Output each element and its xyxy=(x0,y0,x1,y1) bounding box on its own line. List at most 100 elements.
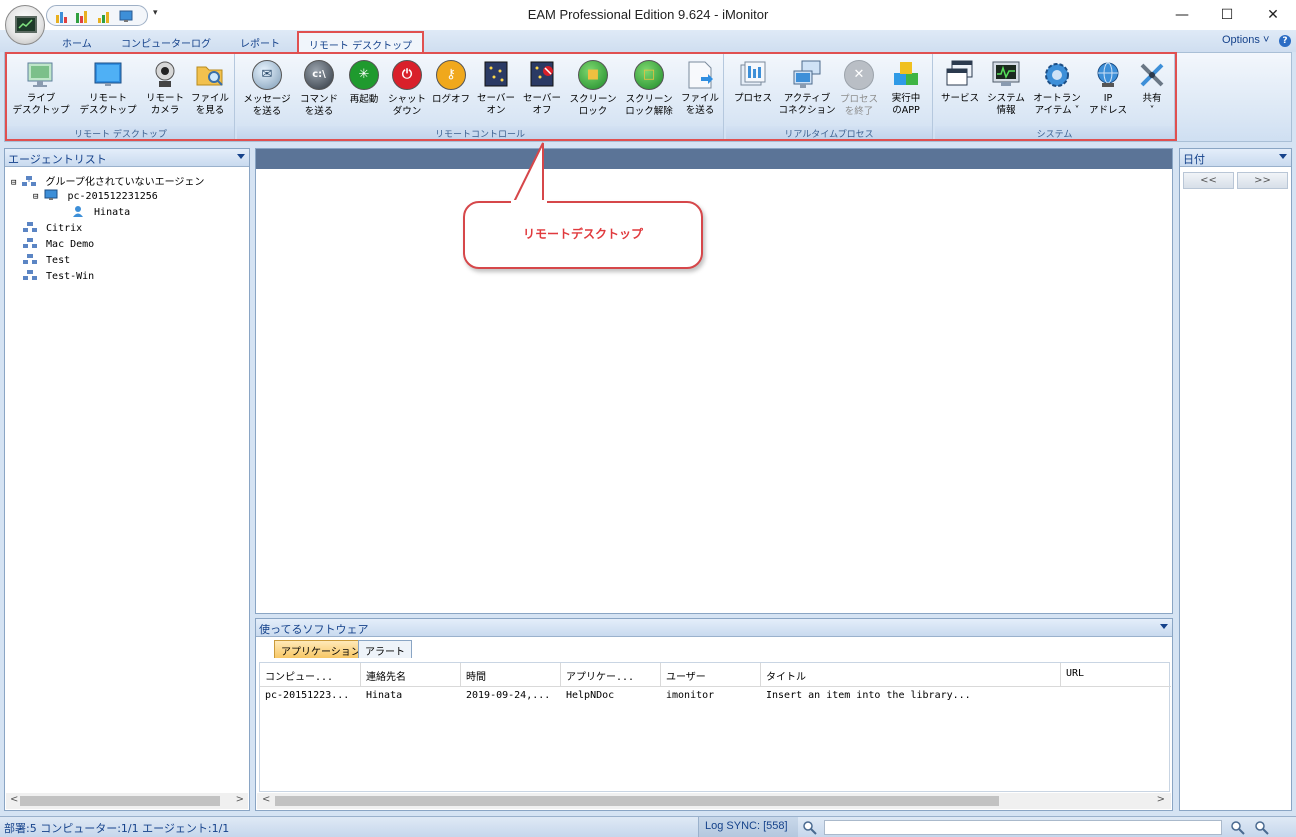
end-process-button[interactable]: ✕ プロセス を終了 xyxy=(836,59,882,118)
shutdown-button[interactable]: ⏻ シャット ダウン xyxy=(385,59,429,118)
end-process-label-1: プロセス xyxy=(839,94,878,105)
view-files-label-1: ファイル xyxy=(190,93,229,104)
share-button[interactable]: 共有 ˅ xyxy=(1131,59,1173,117)
status-bar: 部署:5 コンピューター:1/1 エージェント:1/1 Log SYNC: [5… xyxy=(0,816,1296,837)
screen-unlock-icon: □ xyxy=(633,60,665,92)
date-pane: 日付 << >> xyxy=(1179,148,1292,811)
restart-button[interactable]: ✳ 再起動 xyxy=(343,59,385,106)
tree-item-test-win[interactable]: Test-Win xyxy=(23,269,94,282)
date-next-button[interactable]: >> xyxy=(1237,172,1288,189)
group-remote-desktop: ライブ デスクトップ リモート デスクトップ リモート カメラ ファイル を見る… xyxy=(7,54,235,140)
live-desktop-label-1: ライブ xyxy=(26,93,56,104)
software-pane: 使ってるソフトウェア アプリケーション アラート コンピュー... 連絡先名 時… xyxy=(255,618,1173,811)
remote-camera-button[interactable]: リモート カメラ xyxy=(141,59,189,117)
remote-view-pane[interactable] xyxy=(255,148,1173,614)
screen-lock-icon: ■ xyxy=(577,60,609,92)
tab-alerts[interactable]: アラート xyxy=(358,640,412,658)
zoom-in-icon[interactable] xyxy=(1254,820,1270,836)
app-menu-button[interactable] xyxy=(5,5,45,45)
power-icon: ⏻ xyxy=(391,60,423,92)
saver-on-button[interactable]: セーバー オン xyxy=(473,59,519,117)
app-cubes-icon xyxy=(894,62,918,85)
column-header-user[interactable]: ユーザー xyxy=(661,663,761,687)
send-command-label-1: コマンド xyxy=(299,94,338,105)
tree-item-citrix[interactable]: Citrix xyxy=(23,221,82,234)
live-desktop-button[interactable]: ライブ デスクトップ xyxy=(9,59,73,117)
group-label-realtime-process: リアルタイムプロセス xyxy=(726,126,932,140)
screen-lock-button[interactable]: ■ スクリーン ロック xyxy=(565,59,621,118)
collapse-icon[interactable]: ⊟ xyxy=(33,192,38,202)
send-command-button[interactable]: c:\ コマンド を送る xyxy=(295,59,343,118)
view-files-button[interactable]: ファイル を見る xyxy=(187,59,233,117)
minimize-button[interactable]: — xyxy=(1159,0,1205,30)
autorun-label-2: アイテム ˅ xyxy=(1034,105,1080,116)
tab-report[interactable]: レポート xyxy=(240,35,280,50)
send-message-button[interactable]: ✉ メッセージ を送る xyxy=(239,59,295,118)
system-info-button[interactable]: システム 情報 xyxy=(983,59,1029,117)
chevron-down-icon[interactable] xyxy=(1160,624,1168,629)
tree-item-user[interactable]: Hinata xyxy=(71,205,130,218)
column-header-computer[interactable]: コンピュー... xyxy=(260,663,361,687)
scroll-thumb[interactable] xyxy=(20,796,220,806)
callout-pointer xyxy=(511,142,547,206)
tree-item-test[interactable]: Test xyxy=(23,253,70,266)
agent-list-title: エージェントリスト xyxy=(8,153,107,166)
help-icon[interactable]: ? xyxy=(1279,35,1291,47)
chevron-down-icon[interactable] xyxy=(237,154,245,159)
send-file-button[interactable]: ファイル を送る xyxy=(677,59,723,117)
active-connection-button[interactable]: アクティブ コネクション xyxy=(778,59,836,117)
options-menu[interactable]: Options ˅ xyxy=(1222,34,1269,46)
maximize-button[interactable]: ☐ xyxy=(1204,0,1250,30)
remote-desktop-button[interactable]: リモート デスクトップ xyxy=(75,59,141,117)
screen-unlock-label-1: スクリーン xyxy=(625,94,673,105)
scroll-left-icon[interactable]: < xyxy=(262,794,270,805)
remote-desktop-icon xyxy=(94,62,122,86)
software-table: コンピュー... 連絡先名 時間 アプリケー... ユーザー タイトル URL … xyxy=(259,662,1171,792)
column-header-url[interactable]: URL xyxy=(1061,663,1171,687)
column-header-contact[interactable]: 連絡先名 xyxy=(361,663,461,687)
scroll-thumb[interactable] xyxy=(275,796,999,806)
saver-off-button[interactable]: セーバー オフ xyxy=(519,59,565,117)
tab-home[interactable]: ホーム xyxy=(62,35,92,50)
process-button[interactable]: プロセス xyxy=(728,59,778,105)
scroll-left-icon[interactable]: < xyxy=(10,794,18,805)
date-prev-button[interactable]: << xyxy=(1183,172,1234,189)
search-icon[interactable] xyxy=(802,820,818,836)
screen-unlock-button[interactable]: □ スクリーン ロック解除 xyxy=(621,59,677,118)
tab-applications[interactable]: アプリケーション xyxy=(274,640,368,658)
cell-user: imonitor xyxy=(666,690,715,701)
chevron-down-icon[interactable] xyxy=(1279,154,1287,159)
ip-address-button[interactable]: IP アドレス xyxy=(1085,59,1131,117)
software-scrollbar[interactable]: < > xyxy=(257,793,1171,809)
scroll-right-icon[interactable]: > xyxy=(236,794,244,805)
tab-remote-desktop[interactable]: リモート デスクトップ xyxy=(297,31,424,53)
date-title: 日付 xyxy=(1183,153,1205,166)
scroll-right-icon[interactable]: > xyxy=(1157,794,1165,805)
tree-item-ungrouped[interactable]: ⊟ グループ化されていないエージェン xyxy=(11,173,204,188)
collapse-icon[interactable]: ⊟ xyxy=(11,178,16,188)
running-app-button[interactable]: 実行中 のAPP xyxy=(882,59,930,117)
column-header-application[interactable]: アプリケー... xyxy=(561,663,661,687)
agent-list-header: エージェントリスト xyxy=(5,149,249,167)
tab-computer-log[interactable]: コンピューターログ xyxy=(121,35,211,50)
send-file-label-1: ファイル xyxy=(680,93,719,104)
status-search-input[interactable] xyxy=(824,820,1222,835)
logoff-button[interactable]: ⚷ ログオフ xyxy=(429,59,473,106)
column-header-title[interactable]: タイトル xyxy=(761,663,1061,687)
system-info-label-2: 情報 xyxy=(996,105,1016,116)
tree-item-mac-demo[interactable]: Mac Demo xyxy=(23,237,94,250)
cell-contact: Hinata xyxy=(366,690,403,701)
system-info-label-1: システム xyxy=(987,93,1025,104)
close-button[interactable]: ✕ xyxy=(1250,0,1296,30)
agent-list-scrollbar[interactable]: < > xyxy=(6,793,248,809)
gear-icon xyxy=(1045,63,1069,87)
autorun-button[interactable]: オートラン アイテム ˅ xyxy=(1029,59,1085,117)
live-desktop-icon xyxy=(27,62,53,87)
service-button[interactable]: サービス xyxy=(937,59,983,105)
zoom-out-icon[interactable] xyxy=(1230,820,1246,836)
saver-on-label-1: セーバー xyxy=(477,93,515,104)
tree-item-computer[interactable]: ⊟ pc-201512231256 xyxy=(33,189,158,202)
column-header-time[interactable]: 時間 xyxy=(461,663,561,687)
share-label: 共有 xyxy=(1142,93,1162,104)
group-icon xyxy=(23,238,37,248)
